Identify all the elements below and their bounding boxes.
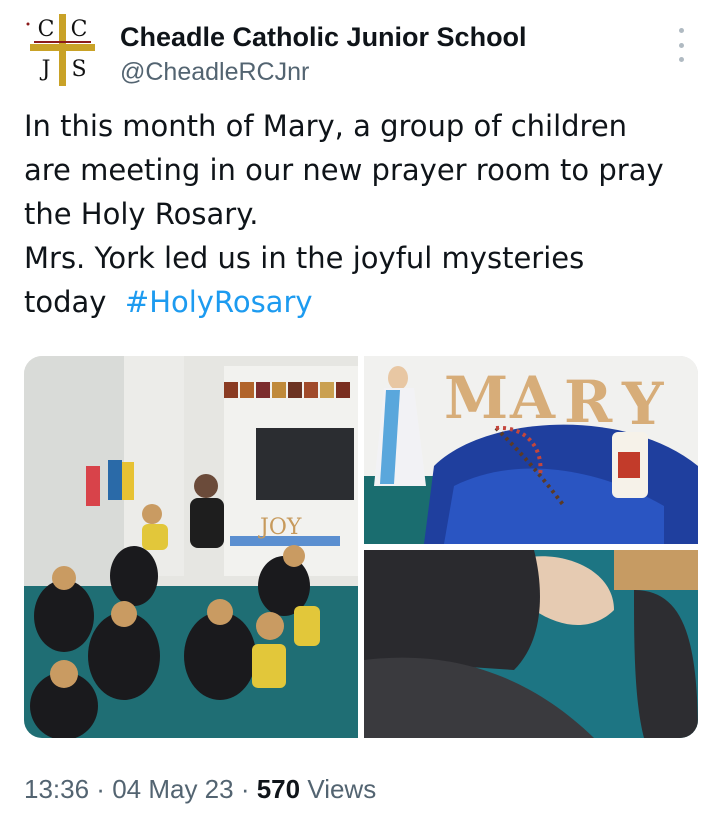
more-dot — [678, 28, 684, 33]
more-dot — [678, 57, 684, 62]
more-options-icon[interactable] — [674, 28, 688, 62]
tweet-date[interactable]: 04 May 23 — [112, 774, 233, 804]
svg-text:JOY: JOY — [258, 515, 302, 540]
hashtag-link[interactable]: #HolyRosary — [125, 285, 313, 319]
media-grid: JOY M A R Y — [24, 356, 698, 738]
photo-children-circle[interactable]: JOY — [24, 356, 358, 738]
account-names: Cheadle Catholic Junior School @CheadleR… — [120, 20, 527, 88]
photo-children-image: JOY — [24, 356, 358, 738]
svg-text:C: C — [71, 17, 88, 42]
svg-text:R: R — [564, 368, 613, 436]
tweet-line: the Holy Rosary. — [24, 197, 259, 231]
account-handle[interactable]: @CheadleRCJnr — [120, 56, 527, 88]
meta-separator: · — [233, 774, 257, 804]
svg-text:S: S — [71, 57, 86, 82]
meta-separator: · — [89, 774, 113, 804]
tweet-text: In this month of Mary, a group of childr… — [24, 104, 696, 324]
more-dot — [678, 42, 684, 48]
svg-text:J: J — [40, 57, 51, 82]
school-crest-icon: C C J S — [26, 14, 95, 86]
photo-mary-image: M A R Y — [364, 356, 698, 544]
tweet-last-text: today — [24, 285, 107, 319]
svg-text:Y: Y — [621, 370, 664, 438]
photo-mary-statue[interactable]: M A R Y — [364, 356, 698, 544]
svg-text:M: M — [444, 364, 508, 432]
svg-text:A: A — [509, 364, 556, 432]
tweet-line: Mrs. York led us in the joyful mysteries — [24, 241, 585, 275]
svg-text:C: C — [38, 17, 55, 42]
views-count[interactable]: 570 — [257, 774, 300, 804]
tweet-line: are meeting in our new prayer room to pr… — [24, 153, 664, 187]
views-label: Views — [307, 774, 377, 804]
tweet-meta: 13:36 · 04 May 23 · 570 Views — [24, 772, 376, 806]
school-logo[interactable]: C C J S — [24, 12, 100, 88]
photo-sleeve-carpet[interactable] — [364, 550, 698, 738]
tweet-time[interactable]: 13:36 — [24, 774, 89, 804]
tweet-line: In this month of Mary, a group of childr… — [24, 109, 628, 143]
tweet-line-last: today #HolyRosary — [24, 280, 696, 324]
display-name[interactable]: Cheadle Catholic Junior School — [120, 20, 527, 54]
photo-sleeve-image — [364, 550, 698, 738]
tweet-header: C C J S Cheadle Catholic Junior School @… — [24, 8, 696, 88]
